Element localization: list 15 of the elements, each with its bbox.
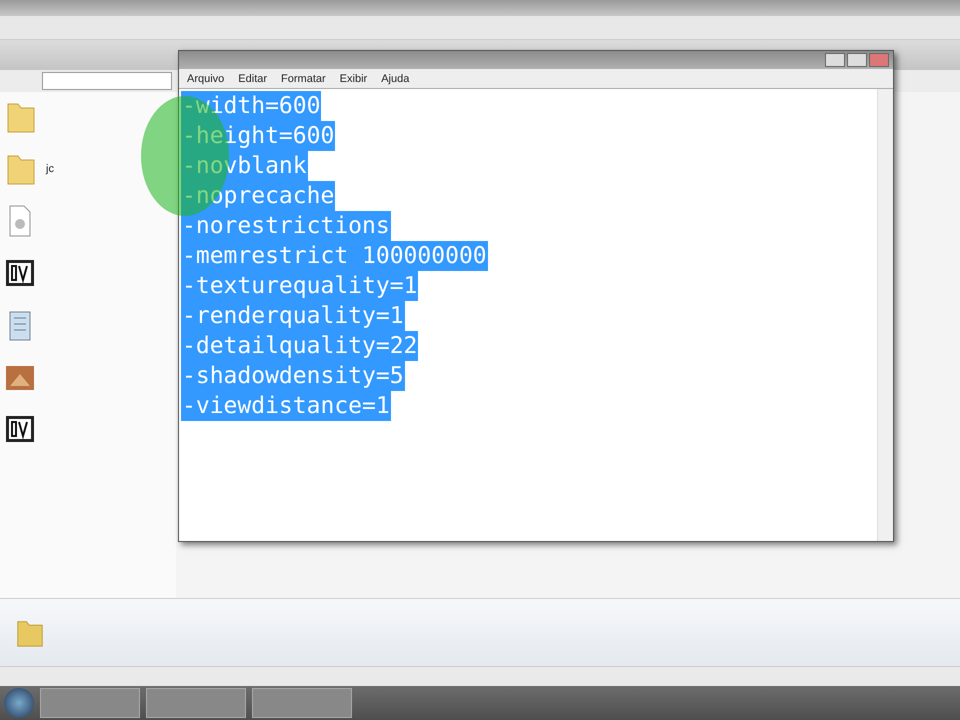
maximize-button[interactable]: [847, 53, 867, 67]
minimize-button[interactable]: [825, 53, 845, 67]
taskbar-button[interactable]: [146, 688, 246, 718]
file-name[interactable]: jc: [46, 160, 54, 178]
taskbar-button[interactable]: [40, 688, 140, 718]
start-button[interactable]: [4, 688, 34, 718]
address-field[interactable]: [42, 72, 172, 90]
close-button[interactable]: [869, 53, 889, 67]
menu-item[interactable]: Ajuda: [381, 71, 410, 86]
menu-item[interactable]: Exibir: [340, 71, 368, 86]
menu-item[interactable]: Editar: [238, 71, 268, 86]
menu-item[interactable]: Formatar: [281, 71, 326, 86]
scrollbar[interactable]: [877, 89, 893, 541]
menu-item[interactable]: Arquivo: [187, 71, 224, 86]
taskbar-button[interactable]: [252, 688, 352, 718]
